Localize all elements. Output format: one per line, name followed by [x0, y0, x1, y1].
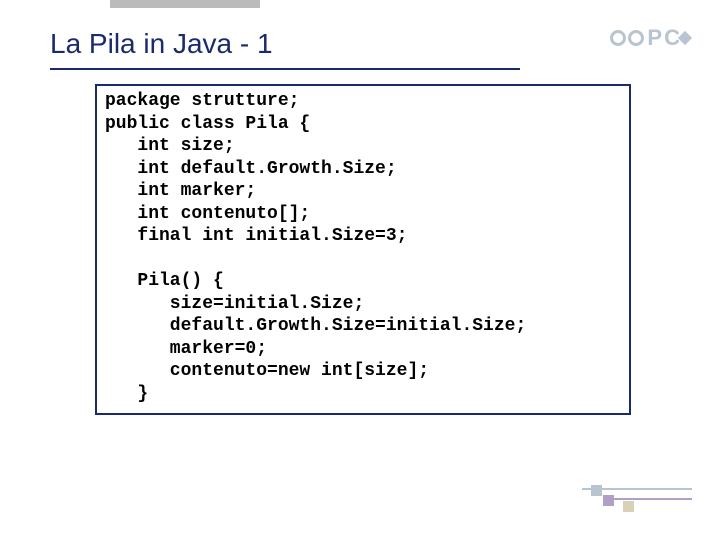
deco-square-icon: [591, 485, 602, 496]
logo-ring-icon: [628, 30, 644, 46]
deco-square-icon: [623, 501, 634, 512]
title-underline: [50, 68, 520, 70]
logo: P C: [610, 25, 690, 51]
code-content: package strutture; public class Pila { i…: [105, 90, 621, 405]
logo-diamond-icon: [678, 31, 692, 45]
decorative-shadow: [110, 0, 260, 8]
code-box: package strutture; public class Pila { i…: [95, 84, 631, 415]
slide-title: La Pila in Java - 1: [50, 28, 273, 60]
corner-decoration: [582, 462, 692, 512]
logo-letter-p: P: [647, 25, 662, 51]
logo-ring-icon: [610, 30, 626, 46]
deco-line: [612, 498, 692, 500]
deco-square-icon: [603, 495, 614, 506]
